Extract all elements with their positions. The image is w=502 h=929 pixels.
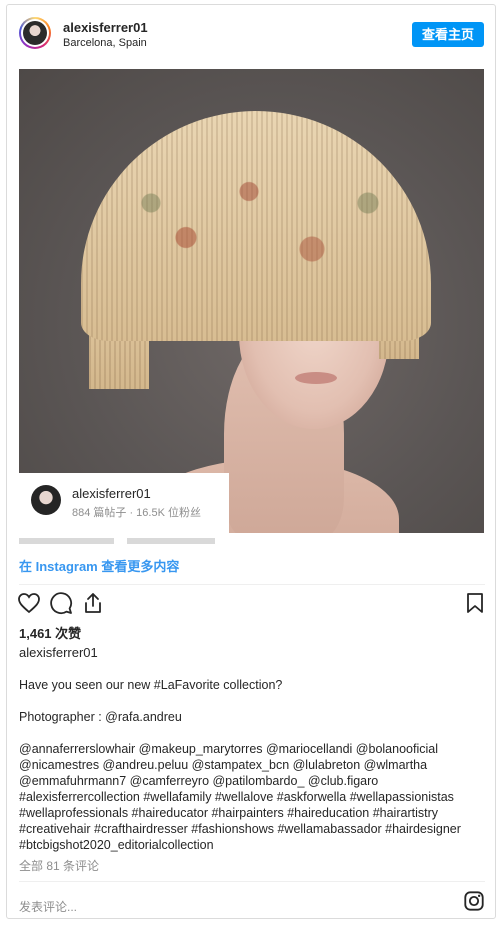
- comment-input[interactable]: 发表评论...: [19, 898, 77, 915]
- post-header: alexisferrer01 Barcelona, Spain 查看主页: [7, 5, 495, 65]
- likes-count[interactable]: 1,461 次赞: [19, 623, 81, 642]
- avatar[interactable]: [19, 17, 51, 49]
- instagram-icon[interactable]: [463, 890, 485, 912]
- post-image[interactable]: alexisferrer01 884 篇帖子 · 16.5K 位粉丝: [19, 69, 484, 533]
- share-icon[interactable]: [81, 591, 105, 615]
- profile-username: alexisferrer01: [72, 486, 151, 501]
- profile-avatar: [31, 485, 61, 515]
- username[interactable]: alexisferrer01: [63, 20, 148, 35]
- view-all-comments-link[interactable]: 全部 81 条评论: [19, 857, 99, 874]
- location[interactable]: Barcelona, Spain: [63, 37, 147, 49]
- caption: Have you seen our new #LaFavorite collec…: [19, 677, 485, 853]
- divider: [19, 584, 485, 585]
- heart-icon[interactable]: [17, 591, 41, 615]
- caption-username[interactable]: alexisferrer01: [19, 645, 98, 660]
- profile-card[interactable]: alexisferrer01 884 篇帖子 · 16.5K 位粉丝: [19, 473, 229, 533]
- bookmark-icon[interactable]: [463, 591, 487, 615]
- comment-icon[interactable]: [49, 591, 73, 615]
- view-profile-button[interactable]: 查看主页: [412, 22, 484, 47]
- profile-stats: 884 篇帖子 · 16.5K 位粉丝: [72, 507, 201, 519]
- caption-tags[interactable]: @annaferrerslowhair @makeup_marytorres @…: [19, 741, 485, 853]
- view-more-link[interactable]: 在 Instagram 查看更多内容: [19, 556, 179, 575]
- caption-line: Have you seen our new #LaFavorite collec…: [19, 678, 283, 692]
- divider: [19, 881, 485, 882]
- thumbnail-strip: [19, 538, 219, 544]
- caption-photographer: Photographer : @rafa.andreu: [19, 710, 182, 724]
- instagram-embed-card: alexisferrer01 Barcelona, Spain 查看主页 ale…: [6, 4, 496, 919]
